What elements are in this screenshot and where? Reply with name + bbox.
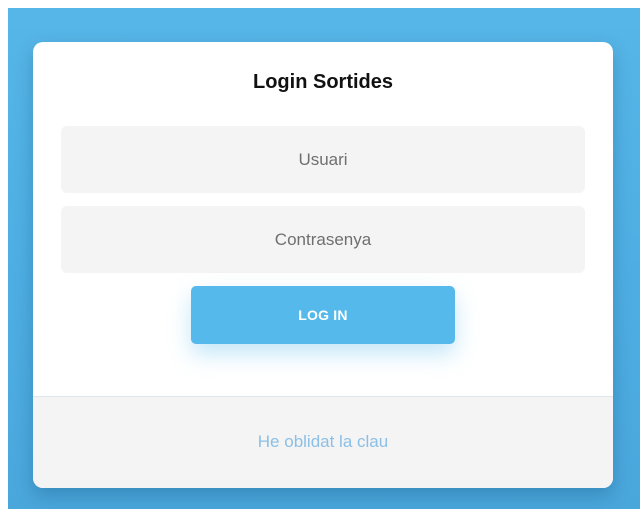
password-input[interactable] — [61, 206, 585, 273]
login-title: Login Sortides — [253, 71, 393, 93]
username-input[interactable] — [61, 126, 585, 193]
login-footer: He oblidat la clau — [33, 396, 613, 488]
forgot-password-link[interactable]: He oblidat la clau — [33, 432, 613, 452]
login-card: Login Sortides LOG IN He oblidat la clau — [33, 42, 613, 488]
login-button[interactable]: LOG IN — [191, 286, 455, 344]
